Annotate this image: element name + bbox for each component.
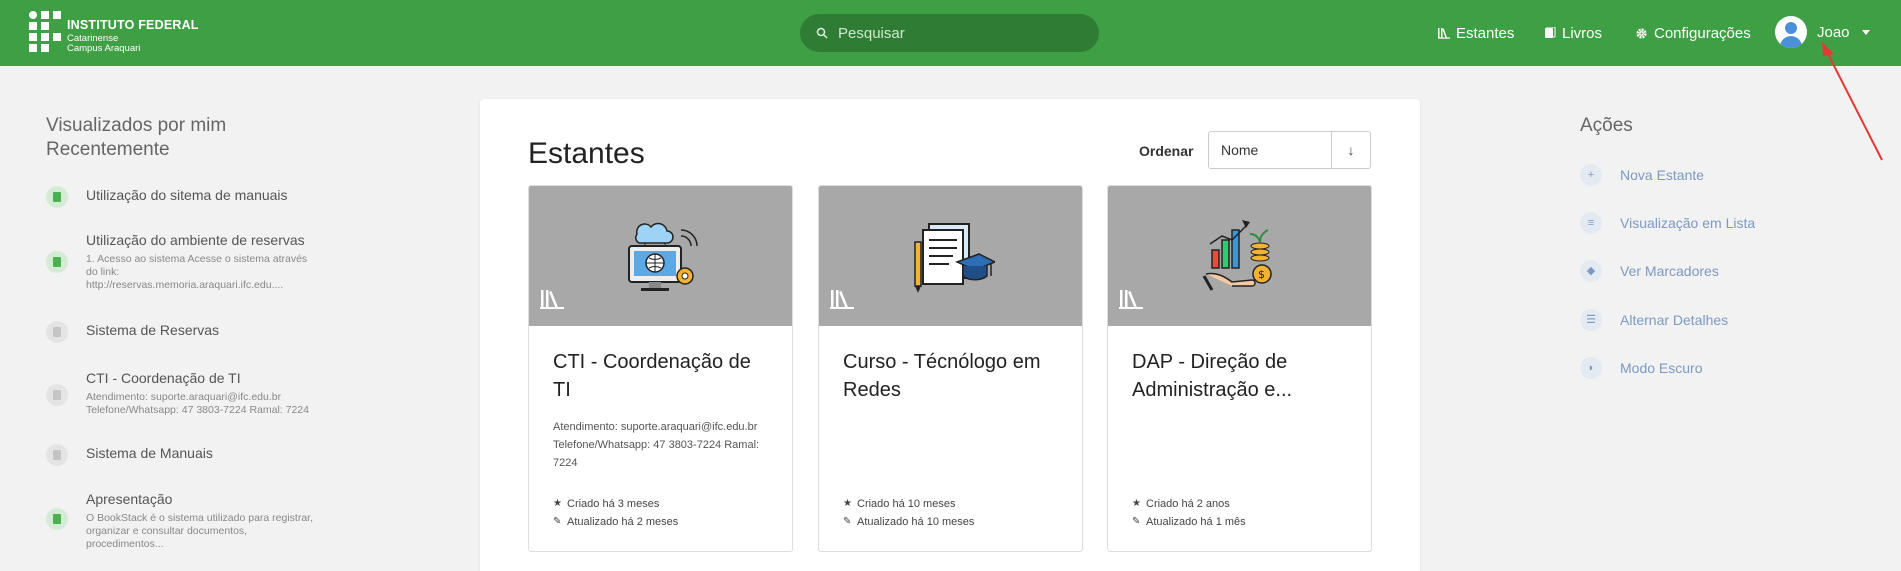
shelf-cover — [529, 186, 792, 326]
order-direction-button[interactable]: ↓ — [1331, 131, 1371, 169]
order-select[interactable]: Nome — [1208, 131, 1332, 169]
search-bar[interactable] — [800, 14, 1099, 52]
plus-icon: + — [1580, 164, 1602, 186]
recent-item[interactable]: Utilização do sitema de manuais — [46, 186, 326, 208]
brand-title: INSTITUTO FEDERAL — [67, 18, 199, 32]
shelf-cover — [819, 186, 1082, 326]
shelves-icon — [1438, 28, 1450, 39]
computer-cloud-icon — [628, 222, 698, 291]
recent-item[interactable]: Sistema de Reservas — [46, 321, 326, 343]
avatar — [1775, 16, 1807, 48]
recent-sidebar: Visualizados por mim Recentemente Utiliz… — [46, 114, 336, 550]
action-label: Nova Estante — [1620, 167, 1705, 183]
nav-livros[interactable]: Livros — [1544, 0, 1602, 66]
shelf-cover: $ — [1108, 186, 1371, 326]
search-icon — [816, 27, 828, 39]
page-icon — [46, 384, 68, 406]
gear-icon — [1636, 27, 1647, 39]
shelf-title[interactable]: Curso - Técnólogo em Redes — [843, 348, 1063, 404]
star-icon: ★ — [1132, 498, 1141, 509]
user-name: Joao — [1817, 23, 1850, 41]
action-label: Modo Escuro — [1620, 360, 1703, 376]
recent-item[interactable]: Utilização do ambiente de reservas 1. Ac… — [46, 231, 326, 292]
documents-graduation-icon — [914, 223, 995, 293]
brand-subtitle-1: Catarinense — [67, 32, 119, 44]
page-icon — [46, 321, 68, 343]
details-icon: ☰ — [1580, 309, 1602, 331]
action-modo-escuro[interactable]: ◗ Modo Escuro — [1580, 357, 1702, 379]
actions-sidebar: Ações + Nova Estante ≡ Visualização em L… — [1580, 114, 1860, 379]
search-input[interactable] — [838, 24, 1078, 42]
recent-item[interactable]: Apresentação O BookStack é o sistema uti… — [46, 490, 326, 551]
recent-item[interactable]: CTI - Coordenação de TI Atendimento: sup… — [46, 369, 326, 417]
top-header: INSTITUTO FEDERAL Catarinense Campus Ara… — [0, 0, 1901, 66]
shelf-created: Criado há 3 meses — [567, 498, 660, 510]
nav-estantes[interactable]: Estantes — [1438, 0, 1514, 66]
books-icon — [1545, 27, 1556, 38]
actions-section-title: Ações — [1580, 115, 1633, 136]
action-nova-estante[interactable]: + Nova Estante — [1580, 164, 1704, 186]
recent-item-description: 1. Acesso ao sistema Acesse o sistema at… — [86, 253, 308, 291]
pencil-icon: ✎ — [1132, 516, 1141, 527]
svg-text:$: $ — [1258, 268, 1265, 281]
action-label: Ver Marcadores — [1620, 263, 1719, 279]
shelf-title[interactable]: CTI - Coordenação de TI — [553, 348, 773, 404]
shelf-card[interactable]: $ DAP - Direção de Administração e... ★ C… — [1107, 185, 1372, 552]
page-icon — [46, 251, 68, 273]
nav-livros-label: Livros — [1562, 24, 1603, 42]
shelves-icon — [830, 290, 854, 309]
action-visualizacao-lista[interactable]: ≡ Visualização em Lista — [1580, 212, 1755, 234]
pencil-icon: ✎ — [843, 516, 852, 527]
recent-item-title: Sistema de Reservas — [86, 322, 220, 338]
recent-item-description: Atendimento: suporte.araquari@ifc.edu.br… — [86, 391, 309, 416]
brand-subtitle-2: Campus Araquari — [67, 43, 141, 54]
pencil-icon: ✎ — [553, 516, 562, 527]
brand-logo[interactable]: INSTITUTO FEDERAL Catarinense Campus Ara… — [29, 11, 199, 54]
recent-section-title: Visualizados por mim Recentemente — [46, 115, 227, 160]
nav-estantes-label: Estantes — [1456, 24, 1515, 42]
shelf-meta: ★ Criado há 10 meses ✎ Atualizado há 10 me… — [843, 495, 974, 531]
shelf-description: Atendimento: suporte.araquari@ifc.edu.br… — [553, 421, 760, 469]
shelves-icon — [1119, 290, 1143, 309]
recent-item-title: Sistema de Manuais — [86, 445, 213, 461]
shelf-card[interactable]: Curso - Técnólogo em Redes ★ Criado há 10… — [818, 185, 1083, 552]
shelf-created: Criado há 2 anos — [1146, 498, 1230, 510]
page-icon — [46, 508, 68, 530]
recent-item-title: Utilização do sitema de manuais — [86, 187, 288, 203]
shelf-created: Criado há 10 meses — [857, 498, 956, 510]
shelf-meta: ★ Criado há 2 anos ✎ Atualizado há 1 mês — [1132, 495, 1246, 531]
recent-item-title: Apresentação — [86, 491, 173, 507]
action-alternar-detalhes[interactable]: ☰ Alternar Detalhes — [1580, 309, 1728, 331]
recent-item[interactable]: Sistema de Manuais — [46, 444, 326, 466]
star-icon: ★ — [843, 498, 852, 509]
nav-configuracoes-label: Configurações — [1654, 24, 1751, 42]
nav-configuracoes[interactable]: Configurações — [1635, 0, 1751, 66]
ifc-logo-icon — [29, 11, 61, 53]
action-ver-marcadores[interactable]: ◆ Ver Marcadores — [1580, 260, 1719, 282]
shelf-meta: ★ Criado há 3 meses ✎ Atualizado há 2 mese… — [553, 495, 678, 531]
recent-item-title: CTI - Coordenação de TI — [86, 370, 241, 386]
page-icon — [46, 444, 68, 466]
recent-item-title: Utilização do ambiente de reservas — [86, 232, 305, 248]
chart-coins-icon: $ — [1202, 220, 1272, 291]
star-icon: ★ — [553, 498, 562, 509]
annotation-arrow-icon — [1822, 42, 1883, 161]
tag-icon: ◆ — [1580, 260, 1602, 282]
order-label: Ordenar — [1139, 143, 1194, 159]
chevron-down-icon — [1861, 29, 1870, 35]
shelf-updated: Atualizado há 10 meses — [857, 516, 975, 528]
moon-icon: ◗ — [1580, 357, 1602, 379]
list-icon: ≡ — [1580, 212, 1602, 234]
shelf-card[interactable]: CTI - Coordenação de TI Atendimento: sup… — [528, 185, 793, 552]
shelf-updated: Atualizado há 1 mês — [1146, 516, 1246, 528]
page-icon — [46, 186, 68, 208]
action-label: Alternar Detalhes — [1620, 312, 1729, 328]
action-label: Visualização em Lista — [1620, 215, 1756, 231]
shelf-updated: Atualizado há 2 meses — [567, 516, 679, 528]
page-title: Estantes — [528, 137, 645, 170]
recent-item-description: O BookStack é o sistema utilizado para r… — [86, 512, 314, 550]
shelf-title[interactable]: DAP - Direção de Administração e... — [1132, 348, 1352, 404]
shelves-icon — [540, 290, 564, 309]
shelves-panel: Estantes Ordenar Nome ↓ CTI - Coordenaçã… — [480, 99, 1420, 571]
